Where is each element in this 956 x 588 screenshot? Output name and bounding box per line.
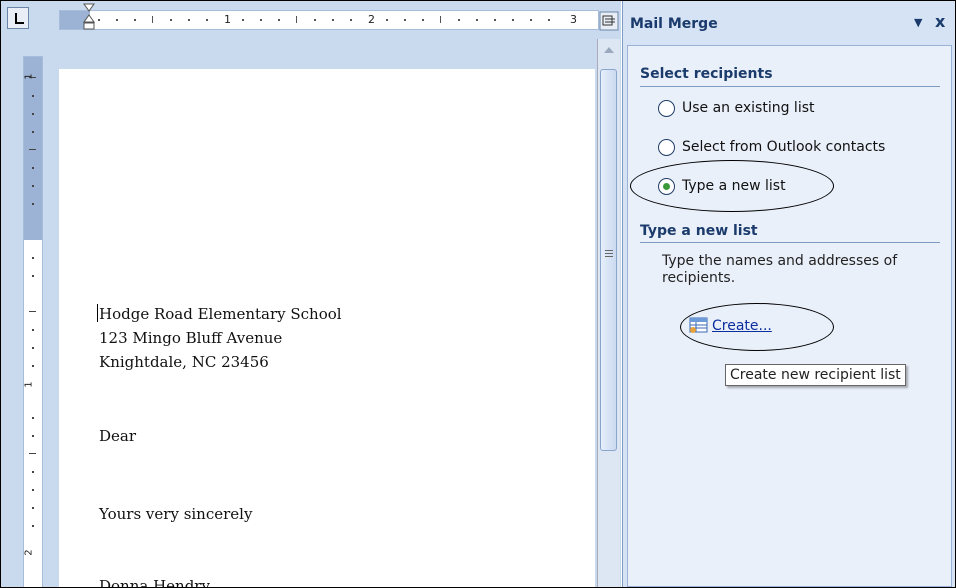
ruler-tick bbox=[170, 19, 172, 21]
radio-label-use-existing-list[interactable]: Use an existing list bbox=[682, 100, 815, 116]
ruler-tick bbox=[116, 19, 118, 21]
address-line-3[interactable]: Knightdale, NC 23456 bbox=[99, 353, 269, 371]
scroll-grip-icon bbox=[605, 250, 613, 258]
view-ruler-icon[interactable] bbox=[599, 11, 619, 31]
ruler-number: 2 bbox=[23, 549, 35, 556]
ruler-tick bbox=[476, 19, 478, 21]
vertical-ruler[interactable]: 1 2 1 bbox=[23, 56, 43, 587]
ruler-tick bbox=[206, 19, 208, 21]
ruler-tick bbox=[260, 19, 262, 21]
vertical-scrollbar[interactable] bbox=[597, 39, 620, 587]
ruler-tick bbox=[350, 19, 352, 21]
ruler-tick bbox=[332, 19, 334, 21]
ruler-number: 1 bbox=[224, 13, 231, 26]
ruler-tick bbox=[422, 19, 424, 21]
ruler-tick bbox=[134, 19, 136, 21]
signature-name-line[interactable]: Donna Hendry bbox=[99, 577, 210, 587]
indent-marker-icon[interactable] bbox=[83, 3, 95, 43]
screenshot-frame: 1 2 3 1 2 1 Hodge Road Elementary School… bbox=[0, 0, 956, 588]
ruler-tick bbox=[278, 19, 280, 21]
task-pane-body: Select recipients Use an existing list S… bbox=[627, 45, 952, 587]
tab-selector-button[interactable] bbox=[7, 7, 29, 29]
ruler-tick bbox=[386, 19, 388, 21]
ruler-tick bbox=[188, 19, 190, 21]
task-pane-close-icon[interactable]: x bbox=[935, 12, 945, 31]
document-page[interactable]: Hodge Road Elementary School 123 Mingo B… bbox=[59, 69, 595, 587]
ruler-tick bbox=[440, 16, 441, 23]
ruler-number: 2 bbox=[368, 13, 375, 26]
horizontal-ruler[interactable]: 1 2 3 bbox=[59, 10, 599, 30]
section-divider bbox=[640, 242, 940, 243]
ruler-tick bbox=[29, 453, 36, 454]
radio-label-select-outlook-contacts[interactable]: Select from Outlook contacts bbox=[682, 139, 885, 155]
ruler-tick bbox=[32, 347, 34, 349]
task-pane-title: Mail Merge bbox=[630, 16, 718, 32]
mail-merge-task-pane: Mail Merge ▼ x Select recipients Use an … bbox=[622, 1, 955, 587]
ruler-tick bbox=[32, 471, 34, 473]
ruler-tick bbox=[32, 417, 34, 419]
ruler-tick bbox=[29, 149, 36, 150]
salutation-line[interactable]: Dear bbox=[99, 427, 136, 445]
radio-select-outlook-contacts[interactable] bbox=[658, 139, 675, 156]
ruler-tick bbox=[32, 435, 34, 437]
closing-line[interactable]: Yours very sincerely bbox=[99, 505, 252, 523]
select-recipients-heading: Select recipients bbox=[640, 66, 773, 82]
text-cursor bbox=[97, 304, 98, 322]
highlight-ellipse bbox=[680, 303, 834, 351]
ruler-tick bbox=[32, 203, 34, 205]
task-pane-menu-icon[interactable]: ▼ bbox=[914, 16, 922, 29]
type-new-list-heading: Type a new list bbox=[640, 223, 758, 239]
ruler-tick bbox=[548, 19, 550, 21]
left-tab-icon bbox=[15, 13, 24, 24]
ruler-tick bbox=[458, 19, 460, 21]
ruler-tick bbox=[530, 19, 532, 21]
ruler-tick bbox=[314, 19, 316, 21]
ruler-tick bbox=[494, 19, 496, 21]
task-pane-header: Mail Merge ▼ x bbox=[623, 1, 955, 41]
ruler-tick bbox=[32, 95, 34, 97]
create-tooltip: Create new recipient list bbox=[725, 364, 906, 386]
scroll-up-arrow-icon[interactable] bbox=[601, 42, 617, 58]
ruler-tick bbox=[32, 365, 34, 367]
ruler-tick bbox=[152, 16, 153, 23]
ruler-number: 3 bbox=[570, 13, 577, 26]
ruler-tick bbox=[296, 16, 297, 23]
ruler-tick bbox=[32, 489, 34, 491]
address-line-1[interactable]: Hodge Road Elementary School bbox=[99, 305, 342, 323]
ruler-tick bbox=[404, 19, 406, 21]
ruler-tick bbox=[32, 167, 34, 169]
address-line-2[interactable]: 123 Mingo Bluff Avenue bbox=[99, 329, 282, 347]
ruler-tick bbox=[98, 19, 100, 21]
ruler-tick bbox=[32, 507, 34, 509]
ruler-tick bbox=[32, 275, 34, 277]
ruler-tick bbox=[242, 19, 244, 21]
ruler-number: 1 bbox=[23, 73, 35, 80]
ruler-tick bbox=[32, 113, 34, 115]
ruler-number: 1 bbox=[23, 381, 35, 388]
document-workspace: Hodge Road Elementary School 123 Mingo B… bbox=[59, 39, 597, 587]
ruler-tick bbox=[32, 329, 34, 331]
type-new-list-description: Type the names and addresses of recipien… bbox=[662, 253, 898, 286]
word-document-area: 1 2 3 1 2 1 Hodge Road Elementary School… bbox=[1, 1, 621, 587]
ruler-tick bbox=[29, 311, 36, 312]
ruler-tick bbox=[32, 525, 34, 527]
ruler-tick bbox=[32, 131, 34, 133]
ruler-tick bbox=[32, 185, 34, 187]
section-divider bbox=[640, 86, 940, 87]
radio-use-existing-list[interactable] bbox=[658, 100, 675, 117]
ruler-tick bbox=[32, 257, 34, 259]
scroll-thumb[interactable] bbox=[600, 69, 617, 451]
ruler-tick bbox=[512, 19, 514, 21]
highlight-ellipse bbox=[630, 160, 834, 212]
